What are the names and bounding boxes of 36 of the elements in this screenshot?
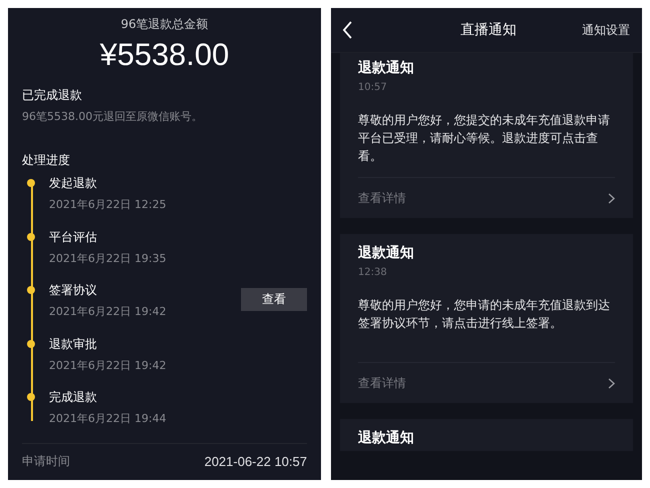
timeline-dot [27, 232, 35, 240]
view-button[interactable]: 查看 [241, 288, 307, 311]
timeline-dot [27, 340, 35, 348]
chevron-icon [608, 378, 615, 388]
status-title: 已完成退款 [22, 87, 83, 104]
screen-title: 直播通知 [460, 21, 518, 39]
step-name: 平台评估 [49, 228, 98, 246]
footer-label: 申请时间 [22, 453, 70, 470]
notice-body: 尊敬的用户您好，您申请的未成年充值退款到达签署协议环节，请点击进行线上签署。 [358, 297, 611, 332]
notice-body: 尊敬的用户您好，您提交的未成年充值退款申请平台已受理，请耐心等候。退款进度可点击查看。 [358, 112, 611, 165]
footer-value: 2021-06-22 10:57 [204, 454, 307, 470]
step-name: 退款审批 [49, 336, 98, 352]
notice-time: 12:38 [358, 267, 388, 278]
notice-title: 退款通知 [358, 429, 415, 447]
timeline-dot [27, 286, 35, 294]
step-time: 2021年6月22日 19:42 [49, 304, 168, 319]
step-name: 发起退款 [49, 175, 98, 192]
details-link[interactable]: 查看详情 [358, 177, 615, 218]
notice-title: 退款通知 [358, 244, 415, 262]
notice-time: 10:57 [358, 82, 388, 93]
progress-title: 处理进度 [22, 152, 71, 169]
details-link[interactable]: 查看详情 [358, 362, 615, 403]
timeline-dot [27, 393, 35, 401]
chevron-icon [608, 192, 615, 204]
timeline-dot [27, 179, 35, 187]
step-time: 2021年6月22日 12:25 [49, 197, 168, 212]
step-time: 2021年6月22日 19:35 [49, 250, 168, 266]
step-time: 2021年6月22日 19:42 [49, 358, 168, 372]
step-time: 2021年6月22日 19:44 [49, 411, 168, 426]
settings-link[interactable]: 通知设置 [582, 22, 630, 38]
total-amount: ¥5538.00 [98, 37, 230, 73]
notice-title: 退款通知 [358, 59, 415, 77]
step-name: 完成退款 [49, 389, 98, 406]
step-name: 签署协议 [49, 282, 98, 299]
total-label: 96笔退款总金额 [120, 16, 210, 33]
status-detail: 96笔5538.00元退回至原微信账号。 [22, 109, 204, 124]
